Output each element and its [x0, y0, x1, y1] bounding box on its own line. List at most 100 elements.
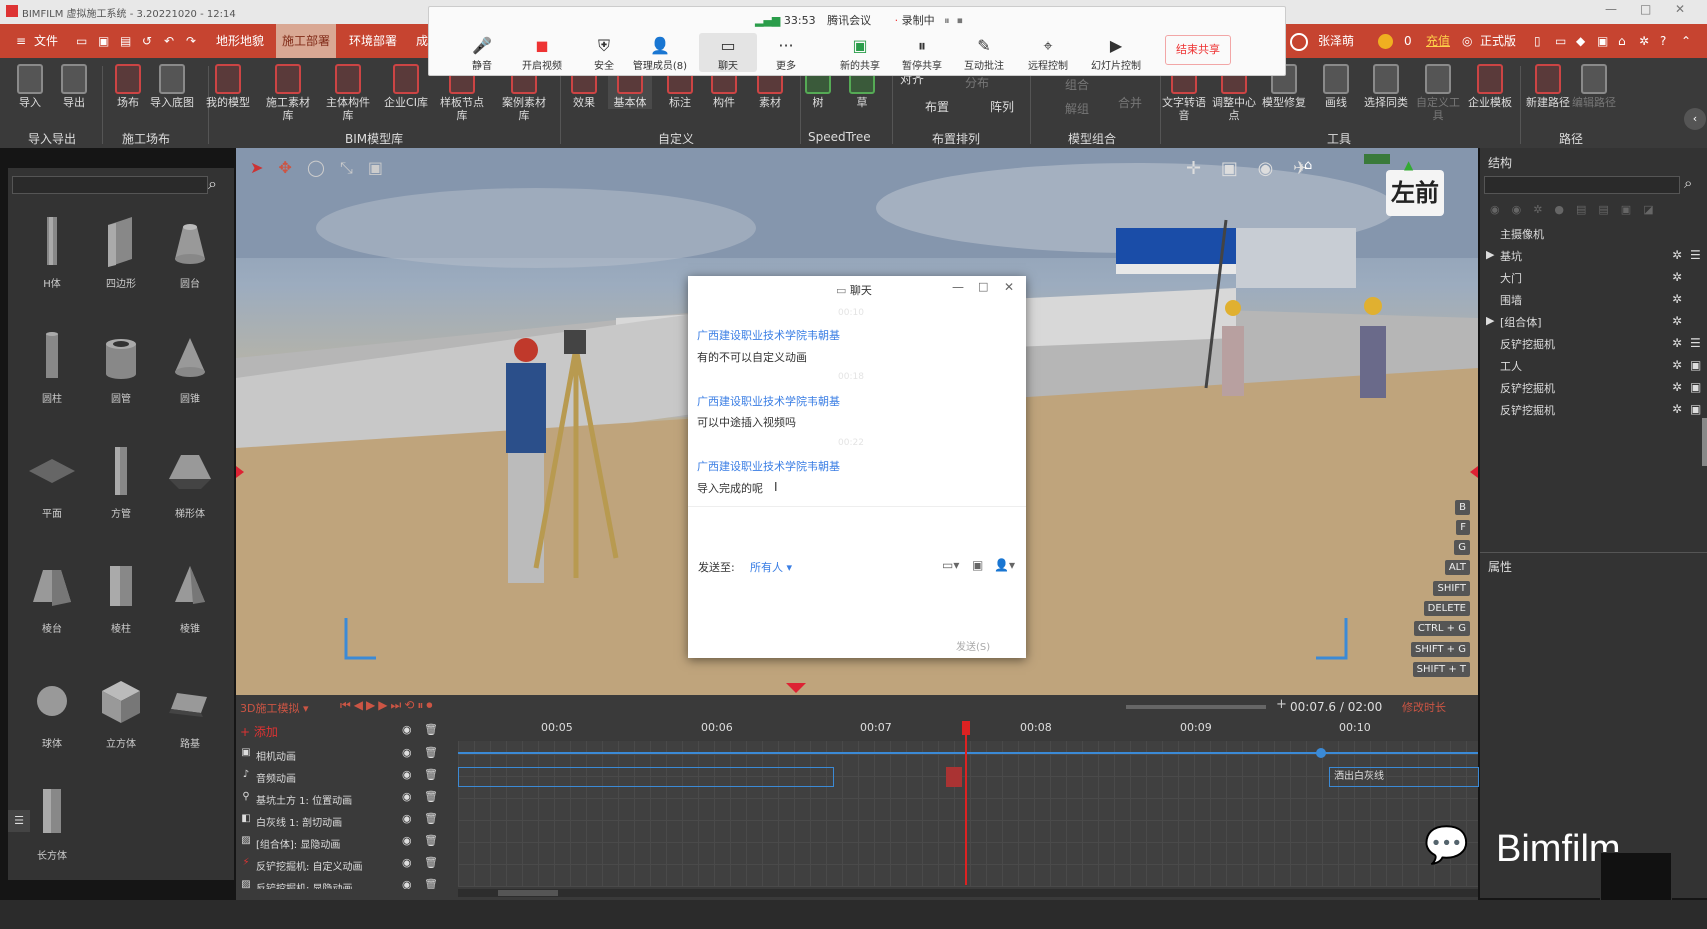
trash-icon[interactable]: 🗑 [424, 790, 438, 804]
remote-control-button[interactable]: ⌖ 远程控制 [1019, 37, 1077, 73]
my-models-button[interactable]: 我的模型 [206, 64, 250, 109]
list-icons[interactable]: ☰ ☰ ▣ ▣ ▣ [1690, 244, 1701, 420]
tree-item-group[interactable]: [组合体] [1500, 314, 1542, 330]
collapse-icon[interactable]: ⌃ [1681, 35, 1694, 48]
shape-prism-frustum[interactable]: 棱台 [22, 558, 82, 635]
draw-line-button[interactable]: 画线 [1314, 64, 1358, 109]
track-group-visibility[interactable]: ▨ [组合体]: 显隐动画 ◉ 🗑 [236, 831, 446, 853]
tab-environment[interactable]: 环境部署 [343, 24, 403, 58]
chat-button[interactable]: ▭ 聊天 [699, 33, 757, 72]
layout-button[interactable]: 布置 [925, 98, 949, 115]
recharge-link[interactable]: 充值 [1420, 24, 1456, 58]
save-as-icon[interactable]: ▤ [120, 35, 133, 48]
shape-roadbed[interactable]: 路基 [160, 673, 220, 750]
start-video-button[interactable]: ◼ 开启视频 [513, 37, 571, 73]
select-similar-button[interactable]: 选择同类 [1364, 64, 1408, 109]
message-sender[interactable]: 广西建设职业技术学院韦朝基 [697, 393, 840, 409]
eye-all-icon[interactable]: ◉ [402, 723, 412, 736]
save-icon[interactable]: ▣ [98, 35, 111, 48]
chat-bubble-icon[interactable]: ◆ [1576, 35, 1589, 48]
chat-maximize-button[interactable]: □ [978, 280, 988, 293]
track-pit-position[interactable]: ⚲ 基坑土方 1: 位置动画 ◉ 🗑 [236, 787, 446, 809]
eye-icon[interactable]: ◉ [402, 879, 416, 890]
file-icon[interactable]: ▭▾ [942, 558, 959, 572]
construction-material-button[interactable]: 施工素材库 [266, 64, 310, 122]
trash-icon[interactable]: 🗑 [424, 878, 438, 889]
redo-icon[interactable]: ↷ [186, 35, 199, 48]
search-icon[interactable]: ⌕ [1684, 174, 1692, 192]
distribute-button[interactable]: 分布 [965, 74, 989, 91]
add-button[interactable]: + 添加 [240, 723, 278, 740]
array-button[interactable]: 阵列 [990, 98, 1014, 115]
message-icon[interactable]: ▭ [1555, 35, 1568, 48]
eye-icon[interactable]: ◉ [402, 857, 416, 869]
doc-icon[interactable]: ▯ [1534, 35, 1547, 48]
home-view-icon[interactable]: ⌂ [1304, 158, 1320, 174]
chat-message-input[interactable] [688, 576, 1026, 636]
shape-quad[interactable]: 四边形 [91, 213, 151, 290]
eye-icon[interactable]: ◉ [402, 835, 416, 847]
combine-button[interactable]: 组合 [1065, 76, 1089, 93]
shape-square-tube[interactable]: 方管 [91, 443, 151, 520]
tree-item-gate[interactable]: 大门 [1500, 270, 1522, 286]
visibility-icons[interactable]: ✲ ✲ ✲ ✲ ✲ ✲ ✲ ✲ [1672, 244, 1682, 420]
structure-search-input[interactable] [1484, 176, 1680, 194]
shape-tube[interactable]: 圆管 [91, 328, 151, 405]
more-button[interactable]: ··· 更多 [757, 37, 815, 73]
edit-path-button[interactable]: 编辑路径 [1572, 64, 1616, 109]
camera-icon[interactable]: ▣ [1221, 158, 1238, 179]
enterprise-template-button[interactable]: 企业模板 [1468, 64, 1512, 109]
tab-construction-deploy[interactable]: 施工部署 [276, 24, 337, 58]
playback-controls[interactable]: ⏮◀▶▶⏭⟲⏸⏺ [340, 698, 435, 713]
shape-frustum[interactable]: 圆台 [160, 213, 220, 290]
new-path-button[interactable]: 新建路径 [1526, 64, 1570, 109]
zoom-slider[interactable] [1126, 705, 1266, 709]
shape-plane[interactable]: 平面 [22, 443, 82, 520]
timeline-clip[interactable]: 洒出白灰线 [1329, 767, 1479, 787]
screen-icon[interactable]: ▣ [1597, 35, 1610, 48]
move-icon[interactable]: ✥ [279, 158, 292, 177]
list-toggle-icon[interactable]: ☰ [8, 810, 30, 832]
trash-icon[interactable]: 🗑 [424, 768, 438, 782]
playhead-handle[interactable] [962, 721, 970, 735]
tree-item-wall[interactable]: 围墙 [1500, 292, 1522, 308]
shape-cuboid[interactable]: 长方体 [22, 785, 82, 862]
track-lime-line-section[interactable]: ◧ 白灰线 1: 剖切动画 ◉ 🗑 [236, 809, 446, 831]
new-share-button[interactable]: ▣ 新的共享 [831, 37, 889, 73]
audio-keyframe[interactable] [946, 767, 962, 787]
screenshot-icon[interactable]: ▣ [972, 558, 983, 572]
file-menu[interactable]: 文件 [28, 24, 64, 58]
shape-cone[interactable]: 圆锥 [160, 328, 220, 405]
user-avatar-icon[interactable] [1290, 33, 1308, 51]
main-component-button[interactable]: 主体构件库 [326, 64, 370, 122]
search-icon[interactable]: ⌕ [208, 174, 217, 194]
shape-sphere[interactable]: 球体 [22, 673, 82, 750]
chat-close-button[interactable]: ✕ [1004, 280, 1014, 294]
pause-recording-icon[interactable]: ⏸ [944, 14, 950, 27]
expand-arrow-icon[interactable]: ▶ [1486, 314, 1494, 327]
merge-button[interactable]: 合并 [1118, 94, 1142, 111]
expand-arrow-icon[interactable]: ▶ [1486, 248, 1494, 261]
send-to-dropdown[interactable]: 所有人 ▾ [750, 559, 792, 575]
track-excavator-custom[interactable]: ⚡ 反铲挖掘机: 自定义动画 ◉ 🗑 [236, 853, 446, 875]
chat-minimize-button[interactable]: — [952, 280, 964, 294]
shape-h-body[interactable]: H体 [22, 213, 82, 290]
eye-icon[interactable]: ◉ [402, 813, 416, 825]
trash-icon[interactable]: 🗑 [424, 834, 438, 848]
uncombine-button[interactable]: 解组 [1065, 100, 1089, 117]
eye-icon[interactable]: ◉ [402, 791, 416, 803]
track-excavator-visibility[interactable]: ▨反铲挖掘机: 显隐动画◉🗑 [236, 875, 446, 889]
maximize-button[interactable]: □ [1640, 2, 1651, 16]
audio-clip[interactable] [458, 767, 834, 787]
tree-item-main-camera[interactable]: 主摄像机 [1500, 226, 1544, 242]
tree-item-excavator[interactable]: 反铲挖掘机 [1500, 402, 1555, 418]
view-cube[interactable]: 左前 [1386, 170, 1444, 216]
enterprise-ci-button[interactable]: 企业CI库 [384, 64, 428, 109]
trash-icon[interactable]: 🗑 [424, 812, 438, 826]
select-arrow-icon[interactable]: ➤ [250, 158, 263, 177]
ribbon-collapse-icon[interactable]: ‹ [1684, 108, 1706, 130]
structure-toolbar[interactable]: ◉◉✲●▤▤▣◪ [1490, 203, 1666, 216]
structure-scrollbar[interactable] [1702, 418, 1707, 466]
tree-item-worker[interactable]: 工人 [1500, 358, 1522, 374]
keyframe-point[interactable] [1316, 748, 1326, 758]
